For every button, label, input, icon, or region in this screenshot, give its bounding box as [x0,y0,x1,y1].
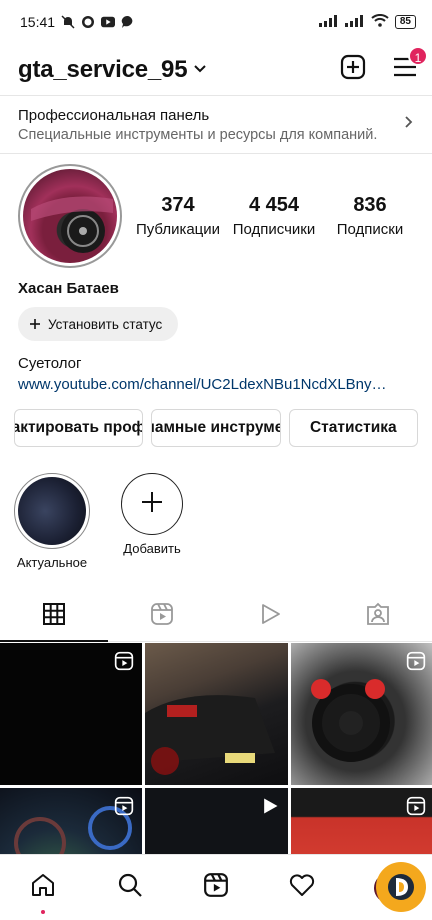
display-name: Хасан Батаев [18,280,119,297]
pro-panel-text: Профессиональная панель Специальные инст… [18,107,377,143]
profile-avatar[interactable] [18,164,122,268]
insights-button[interactable]: Статистика [288,409,418,447]
status-bar: 15:41 85 [0,0,432,44]
highlight-cover [18,477,86,545]
nav-reels[interactable] [196,868,236,908]
logo-watermark [376,862,426,912]
profile-stats: 374 Публикации 4 454 Подписчики 836 Подп… [130,194,418,238]
nav-home[interactable] [23,868,63,914]
highlight-ring [14,473,90,549]
pro-panel-subtitle: Специальные инструменты и ресурсы для ко… [18,126,378,143]
plus-icon [140,490,164,519]
add-post-icon[interactable] [340,54,366,85]
grid-post[interactable] [0,643,142,785]
menu-icon [392,57,418,82]
home-icon [30,872,56,903]
profile-action-buttons: Редактировать профиль Рекламные инструме… [0,393,432,447]
stat-label: Подписчики [232,221,316,238]
tagged-icon [366,602,390,631]
reels-icon [406,651,426,676]
stat-value: 374 [161,194,195,216]
wifi-icon [371,14,389,30]
battery-indicator: 85 [394,15,416,29]
stat-value: 4 454 [248,194,300,216]
notification-badge: 1 [408,46,428,66]
story-highlights: Актуальное Добавить [0,447,432,570]
tab-tagged[interactable] [324,592,432,642]
nav-search[interactable] [110,868,150,908]
professional-dashboard[interactable]: Профессиональная панель Специальные инст… [0,96,432,154]
plus-icon [30,317,40,332]
stat-value: 836 [353,194,387,216]
edit-profile-button[interactable]: Редактировать профиль [14,409,144,447]
bio-link[interactable]: www.youtube.com/channel/UC2LdexNBu1NcdXL… [0,372,410,393]
stat-label: Публикации [135,221,221,238]
status-right: 85 [318,14,416,30]
stat-followers[interactable]: 4 454 Подписчики [228,194,320,238]
content-tabs [0,592,432,642]
highlight-item[interactable]: Актуальное [14,473,90,570]
chevron-down-icon [193,61,207,79]
whatsapp-icon [81,15,95,29]
grid-post[interactable] [145,643,288,785]
reels-icon [150,602,174,631]
heart-icon [289,873,315,902]
reels-icon [114,651,134,676]
tab-posts[interactable] [0,592,108,642]
grid-icon [42,602,66,631]
bio-text: Суетолог [18,355,82,372]
add-highlight-circle [121,473,183,535]
username: gta_service_95 [18,55,188,83]
chat-icon [121,15,135,29]
youtube-icon [101,15,116,29]
stat-label: Подписки [336,221,404,238]
signal-icon [318,14,339,30]
highlight-label: Добавить [123,541,181,556]
stat-posts[interactable]: 374 Публикации [132,194,224,238]
add-highlight-button[interactable]: Добавить [114,473,190,570]
highlight-label: Актуальное [16,555,88,570]
account-switcher[interactable]: gta_service_95 [18,56,207,84]
profile-summary: 374 Публикации 4 454 Подписчики 836 Подп… [0,154,432,268]
chevron-right-icon [404,115,414,134]
muted-bell-icon [61,15,75,29]
set-status-button[interactable]: Установить статус [18,307,179,341]
nav-activity[interactable] [282,868,322,908]
avatar [23,169,117,263]
tab-reels[interactable] [108,592,216,642]
menu-button[interactable]: 1 [392,46,428,83]
status-time: 15:41 [20,14,56,30]
video-play-icon [258,602,282,631]
grid-post[interactable] [291,643,432,785]
tab-videos[interactable] [216,592,324,642]
notification-dot [41,909,46,914]
pro-panel-title: Профессиональная панель [18,106,210,124]
header-actions: 1 [340,46,428,85]
set-status-label: Установить статус [48,316,163,332]
search-icon [117,872,143,903]
reels-icon [114,796,134,821]
reels-icon [203,872,229,903]
status-left: 15:41 [20,14,135,30]
signal-icon [344,14,365,30]
bottom-navigation [0,854,432,920]
stat-following[interactable]: 836 Подписки [324,194,416,238]
profile-header: gta_service_95 1 [0,44,432,96]
reels-icon [406,796,426,821]
video-play-icon [260,796,280,821]
ad-tools-button[interactable]: Рекламные инструменты [151,409,281,447]
